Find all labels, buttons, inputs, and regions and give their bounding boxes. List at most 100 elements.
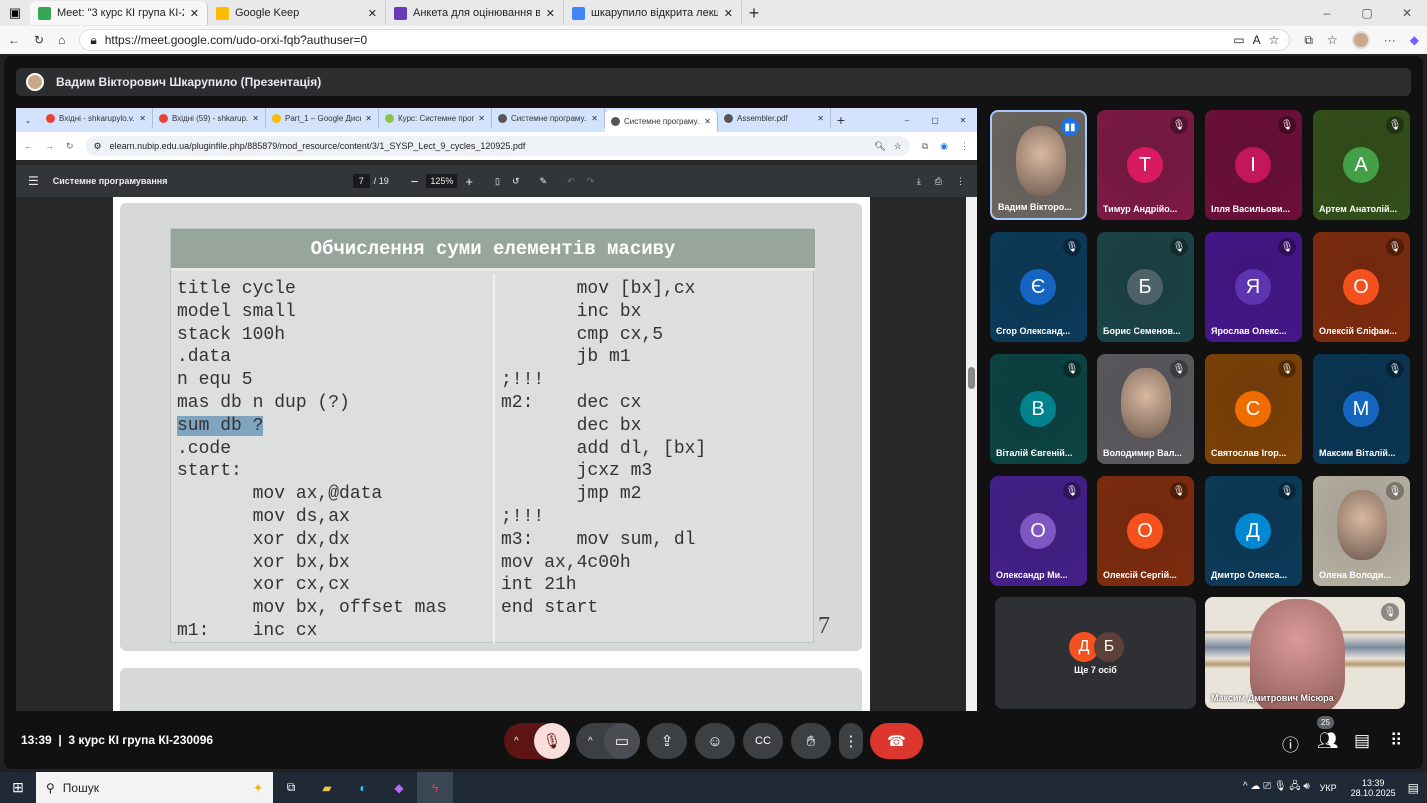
participant-tile[interactable]: 🎙︎ Олена Володи... <box>1313 476 1410 586</box>
participant-tile[interactable]: ▮▮ Вадим Вікторо... <box>990 110 1087 220</box>
camera-icon[interactable]: ▭ <box>1233 33 1244 47</box>
annotate-icon[interactable]: ✎ <box>540 176 548 187</box>
captions-button[interactable]: CC <box>743 723 783 759</box>
maximize-button[interactable]: ▢ <box>1347 6 1387 20</box>
copilot-icon[interactable]: ◆ <box>1410 33 1419 47</box>
download-icon[interactable]: ⤓ <box>917 176 921 187</box>
close-tab-icon[interactable]: ✕ <box>252 114 259 123</box>
close-tab-icon[interactable]: ✕ <box>365 114 372 123</box>
minimize-button[interactable]: – <box>893 116 921 125</box>
emoji-button[interactable]: ☺ <box>695 723 735 759</box>
shared-browser-tab[interactable]: Вхідні - shkarupylo.v... ✕ <box>40 108 153 128</box>
more-icon[interactable]: ⋮ <box>956 176 965 187</box>
close-tab-icon[interactable]: ✕ <box>190 7 199 20</box>
task-view-icon[interactable]: ⧉ <box>273 780 309 795</box>
favorite-star-icon[interactable]: ☆ <box>1269 33 1280 47</box>
participant-tile[interactable]: М 🎙︎ Максим Віталій... <box>1313 354 1410 464</box>
page-input[interactable]: 7 <box>352 174 370 188</box>
participant-tile[interactable]: О 🎙︎ Олексій Єліфан... <box>1313 232 1410 342</box>
zoom-out-button[interactable]: − <box>411 174 419 189</box>
language-indicator[interactable]: УКР <box>1320 783 1337 793</box>
shared-browser-tab[interactable]: Assembler.pdf ✕ <box>718 108 831 128</box>
address-bar[interactable]: ⚙ elearn.nubip.edu.ua/pluginfile.php/8858… <box>85 136 910 156</box>
tray-icons[interactable]: ^ ☁ ⎚ 🎙︎ 🖧 🔊︎ <box>1243 779 1310 796</box>
activities-icon[interactable]: ⠿ <box>1390 731 1402 751</box>
pdf-scrollbar[interactable] <box>966 197 977 711</box>
zoom-icon[interactable]: 🔍︎ <box>874 141 885 152</box>
participant-tile[interactable]: О 🎙︎ Олексій Сергій... <box>1097 476 1194 586</box>
fit-page-icon[interactable]: ▯ <box>495 176 500 187</box>
tab-search-icon[interactable]: ⌄ <box>16 116 40 125</box>
browser-tab[interactable]: шкарупило відкрита лекція огол... ✕ <box>564 1 742 25</box>
featured-participant-tile[interactable]: 🎙︎ Максим Дмитрович Місюра <box>1205 597 1405 709</box>
pdf-menu-icon[interactable]: ☰ <box>28 174 39 188</box>
participant-tile[interactable]: 🎙︎ Володимир Вал... <box>1097 354 1194 464</box>
profile-icon[interactable]: ◉ <box>940 141 948 152</box>
more-options-button[interactable]: ⋮ <box>839 723 863 759</box>
extensions-icon[interactable]: ⧉ <box>1304 33 1313 48</box>
close-tab-icon[interactable]: ✕ <box>478 114 485 123</box>
new-tab-button[interactable]: + <box>831 112 851 128</box>
tab-actions-icon[interactable]: ▣ <box>0 5 30 21</box>
rotate-icon[interactable]: ↺ <box>512 176 520 187</box>
shared-browser-tab[interactable]: Системне програму... ✕ <box>605 110 718 132</box>
chat-icon[interactable]: ▤ <box>1354 731 1370 751</box>
present-button[interactable]: ⇪ <box>647 723 687 759</box>
redo-icon[interactable]: ↷ <box>587 176 595 187</box>
edge-icon[interactable]: ◐ <box>345 781 381 795</box>
back-icon[interactable]: ← <box>8 33 20 47</box>
close-tab-icon[interactable]: ✕ <box>139 114 146 123</box>
participant-tile[interactable]: Я 🎙︎ Ярослав Олекс... <box>1205 232 1302 342</box>
participant-tile[interactable]: Т 🎙︎ Тимур Андрійо... <box>1097 110 1194 220</box>
shared-browser-tab[interactable]: Курс: Системне прог... ✕ <box>379 108 492 128</box>
home-icon[interactable]: ⌂ <box>58 33 65 47</box>
participant-tile[interactable]: А 🎙︎ Артем Анатолій... <box>1313 110 1410 220</box>
profile-avatar[interactable] <box>1351 31 1370 49</box>
new-tab-button[interactable]: + <box>742 3 766 24</box>
favorites-icon[interactable]: ☆ <box>1327 33 1338 47</box>
close-tab-icon[interactable]: ✕ <box>546 7 555 20</box>
print-icon[interactable]: ⎙ <box>935 176 942 187</box>
participant-tile[interactable]: Б 🎙︎ Борис Семенов... <box>1097 232 1194 342</box>
reload-icon[interactable]: ↻ <box>66 141 74 152</box>
shared-browser-tab[interactable]: Вхідні (59) - shkarup... ✕ <box>153 108 266 128</box>
extensions-icon[interactable]: ⧉ <box>922 141 928 152</box>
forward-icon[interactable]: → <box>45 141 54 151</box>
app-icon[interactable]: ◆ <box>381 781 417 795</box>
raise-hand-button[interactable]: ✋︎ <box>791 723 831 759</box>
notifications-icon[interactable]: ▤ <box>1408 781 1419 795</box>
file-explorer-icon[interactable]: ▰ <box>309 781 345 795</box>
close-tab-icon[interactable]: ✕ <box>591 114 598 123</box>
undo-icon[interactable]: ↶ <box>567 176 575 187</box>
close-tab-icon[interactable]: ✕ <box>817 114 824 123</box>
address-bar[interactable]: 🔒︎ https://meet.google.com/udo-orxi-fqb?a… <box>79 29 1291 51</box>
more-participants-tile[interactable]: ДБ Ще 7 осіб <box>995 597 1196 709</box>
participant-tile[interactable]: О 🎙︎ Олександр Ми... <box>990 476 1087 586</box>
zoom-in-button[interactable]: + <box>465 174 473 189</box>
close-button[interactable]: ✕ <box>949 116 977 125</box>
close-window-button[interactable]: ✕ <box>1387 6 1427 20</box>
menu-icon[interactable]: ⋮ <box>960 141 969 152</box>
close-tab-icon[interactable]: ✕ <box>704 117 711 126</box>
taskbar-search[interactable]: ⚲ Пошук ✦ <box>36 772 273 803</box>
shared-browser-tab[interactable]: Part_1 – Google Диск ✕ <box>266 108 379 128</box>
camera-toggle-button[interactable]: ▭ <box>604 723 640 759</box>
read-aloud-icon[interactable]: A <box>1253 33 1261 47</box>
start-icon[interactable]: ⊞ <box>0 779 36 796</box>
more-icon[interactable]: ··· <box>1384 33 1396 47</box>
participant-tile[interactable]: Д 🎙︎ Дмитро Олекса... <box>1205 476 1302 586</box>
zoom-level[interactable]: 125% <box>426 174 458 188</box>
close-tab-icon[interactable]: ✕ <box>368 7 377 20</box>
bookmark-star-icon[interactable]: ☆ <box>894 141 902 152</box>
minimize-button[interactable]: – <box>1307 6 1347 20</box>
reload-icon[interactable]: ↻ <box>34 33 44 47</box>
participant-tile[interactable]: В 🎙︎ Віталій Євгеній... <box>990 354 1087 464</box>
participant-tile[interactable]: С 🎙︎ Святослав Ігор... <box>1205 354 1302 464</box>
maximize-button[interactable]: ▢ <box>921 116 949 125</box>
participant-tile[interactable]: Є 🎙︎ Єгор Олександ... <box>990 232 1087 342</box>
leave-call-button[interactable]: ☎︎ <box>870 723 923 759</box>
people-icon[interactable]: 👥︎ <box>1317 731 1339 751</box>
browser-tab[interactable]: Google Keep ✕ <box>208 1 386 25</box>
info-icon[interactable]: ⓘ <box>1282 731 1299 756</box>
clock[interactable]: 13:39 28.10.2025 <box>1351 778 1396 798</box>
